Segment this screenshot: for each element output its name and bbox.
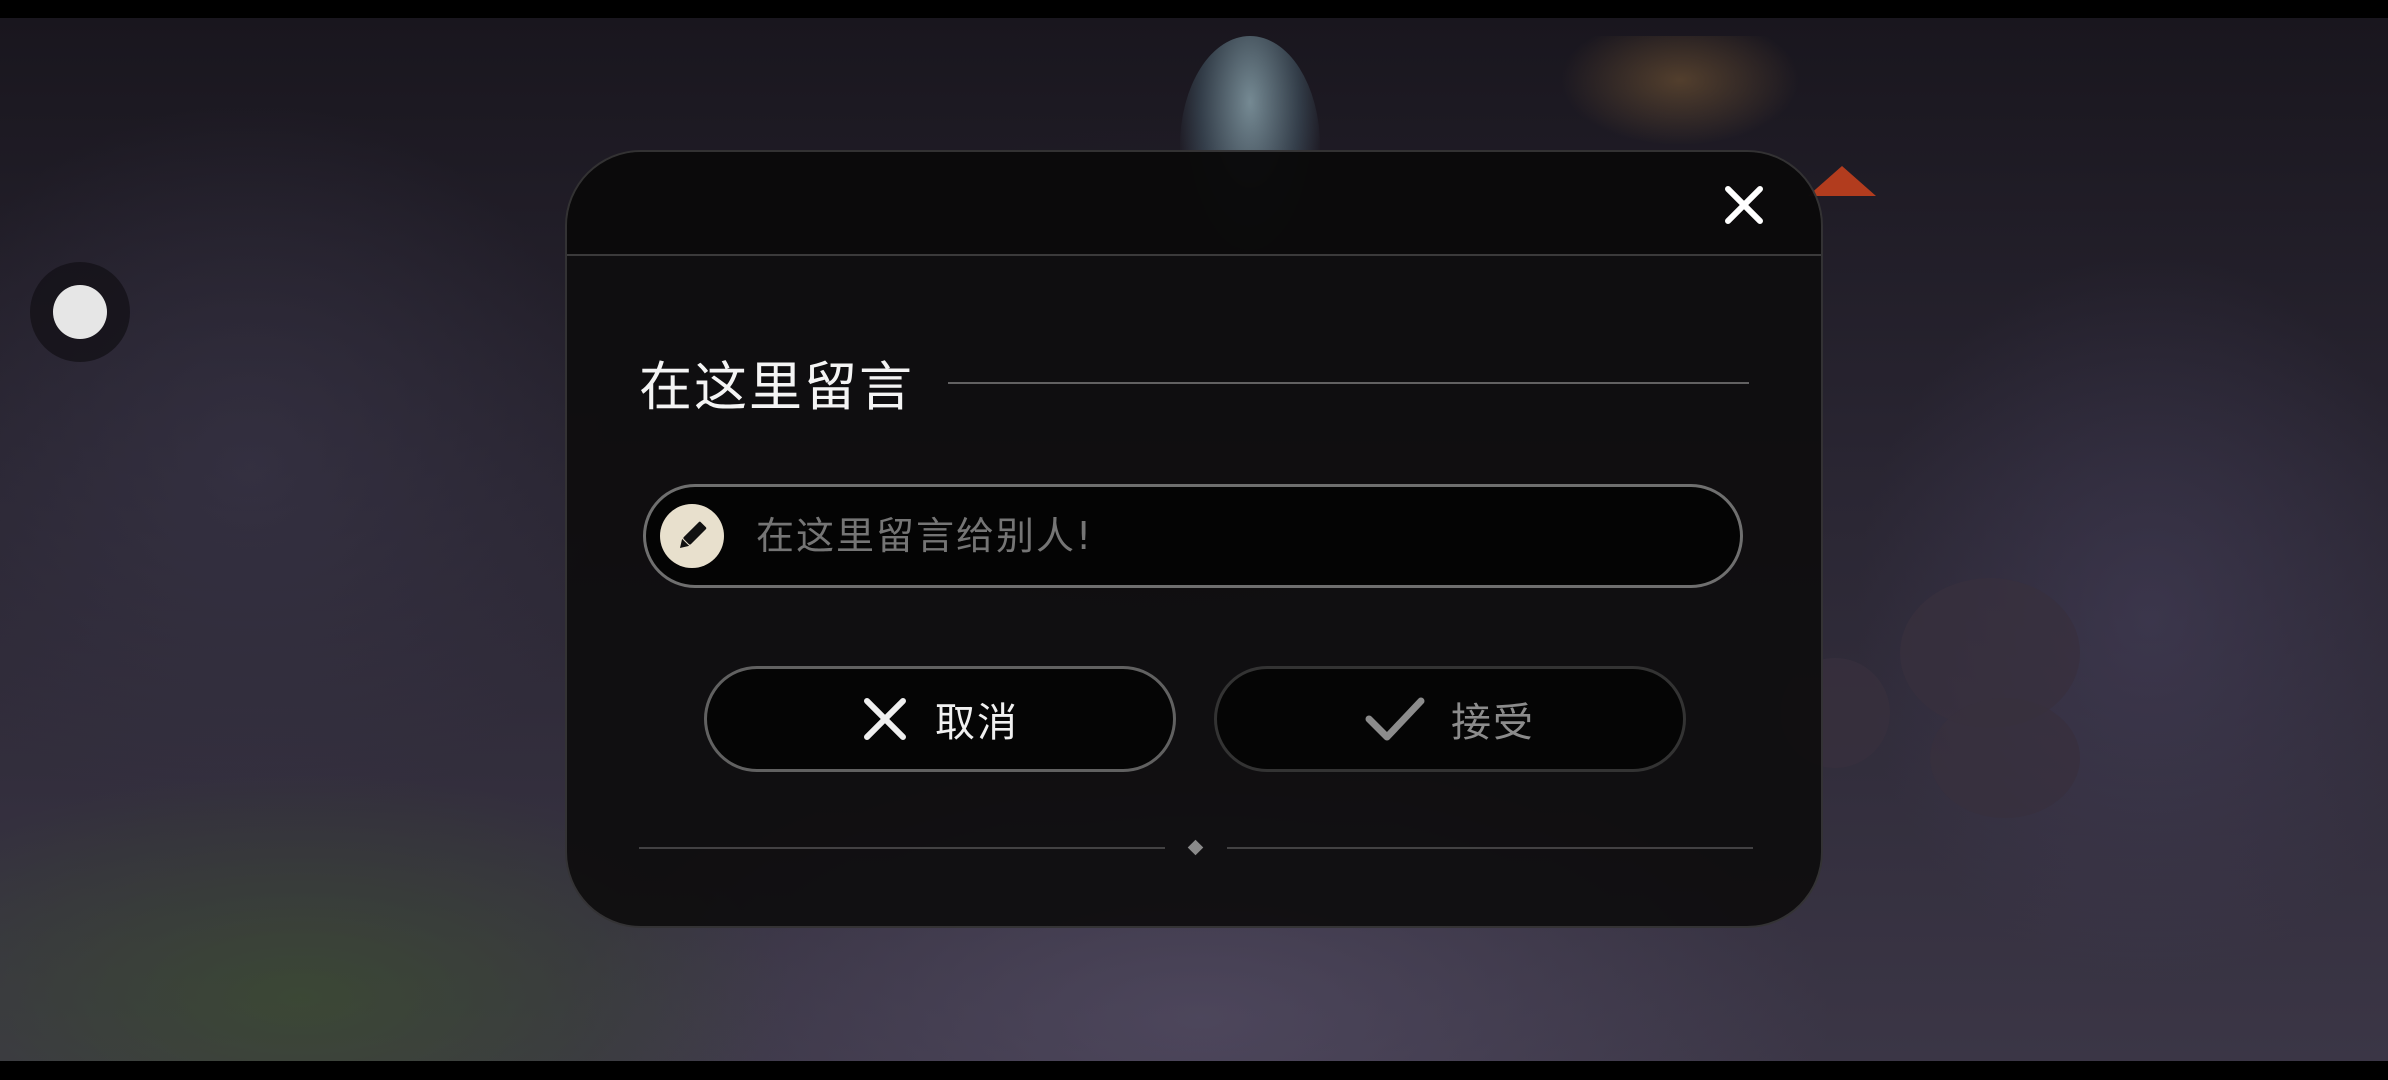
message-input-field[interactable]: [643, 484, 1743, 588]
game-screen: 在这里留言 取消: [0, 0, 2388, 1080]
bottom-letterbox: [0, 1061, 2388, 1080]
message-dialog: 在这里留言 取消: [565, 150, 1823, 928]
dialog-header: [567, 152, 1821, 256]
accept-button-label: 接受: [1451, 700, 1535, 746]
footer-divider-right: [1227, 847, 1753, 849]
side-menu-toggle[interactable]: [30, 262, 130, 362]
check-icon: [1365, 697, 1425, 741]
footer-divider-left: [639, 847, 1165, 849]
accept-button[interactable]: 接受: [1214, 666, 1686, 772]
dialog-title-row: 在这里留言: [639, 348, 1749, 418]
circle-toggle-icon: [53, 285, 107, 339]
x-icon: [864, 698, 906, 740]
pencil-icon: [660, 504, 724, 568]
candle-glow: [1560, 36, 1800, 146]
close-icon: [1725, 186, 1763, 224]
dialog-title: 在这里留言: [639, 357, 914, 418]
rock-decoration: [1930, 698, 2080, 818]
title-divider: [948, 382, 1749, 384]
diamond-ornament-icon: [1187, 839, 1204, 856]
cancel-button-label: 取消: [935, 700, 1019, 746]
cancel-button[interactable]: 取消: [704, 666, 1176, 772]
close-button[interactable]: [1721, 182, 1767, 228]
message-input[interactable]: [754, 513, 1658, 559]
